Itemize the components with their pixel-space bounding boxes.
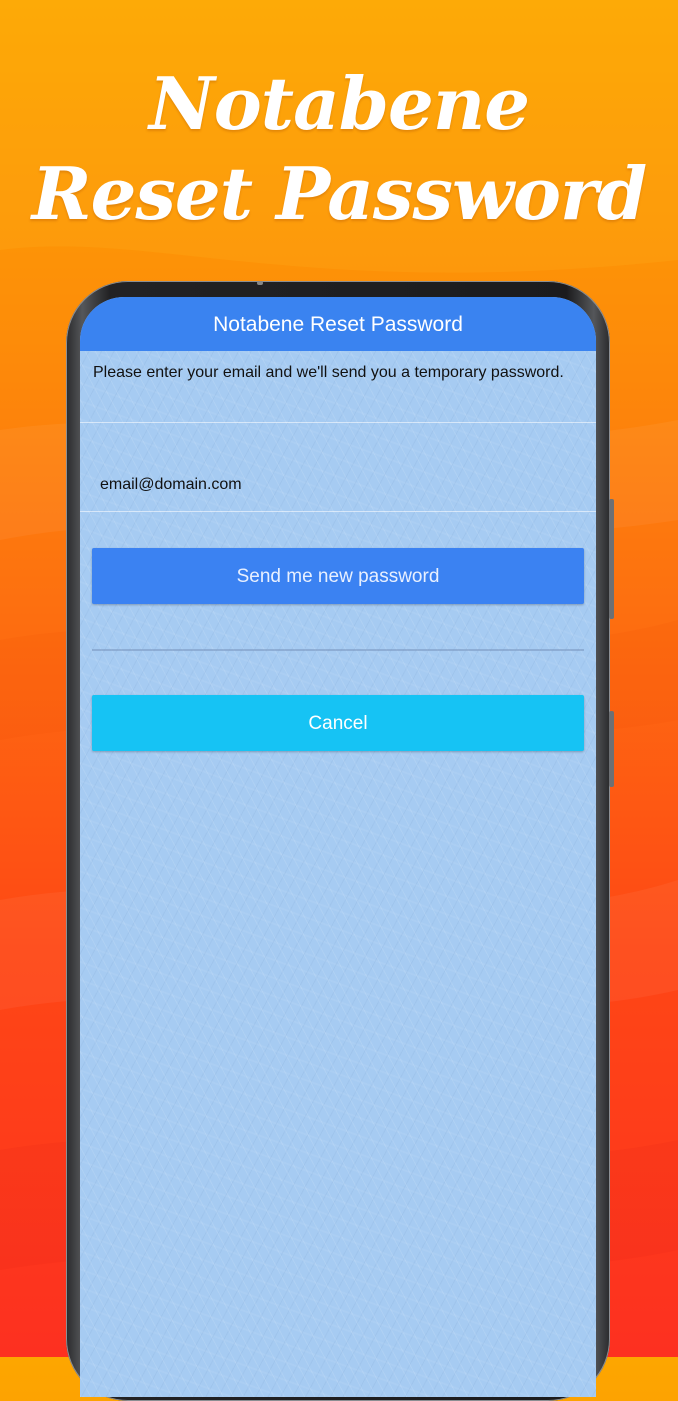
instructions-text: Please enter your email and we'll send y…	[93, 364, 564, 381]
section-separator	[92, 649, 584, 651]
nav-bar-title: Notabene Reset Password	[80, 297, 596, 351]
promo-headline-line1: Notabene	[148, 61, 530, 146]
form-top-divider	[80, 422, 596, 423]
phone-top-sensor	[257, 281, 263, 285]
phone-side-button-upper	[609, 499, 614, 619]
email-field[interactable]	[88, 465, 588, 505]
form-bottom-divider	[80, 511, 596, 512]
app-screen: Notabene Reset Password Please enter you…	[80, 297, 596, 1397]
phone-side-button-lower	[609, 711, 614, 787]
cancel-button[interactable]: Cancel	[92, 695, 584, 751]
promo-headline-line2: Reset Password	[31, 151, 648, 236]
send-new-password-button[interactable]: Send me new password	[92, 548, 584, 604]
